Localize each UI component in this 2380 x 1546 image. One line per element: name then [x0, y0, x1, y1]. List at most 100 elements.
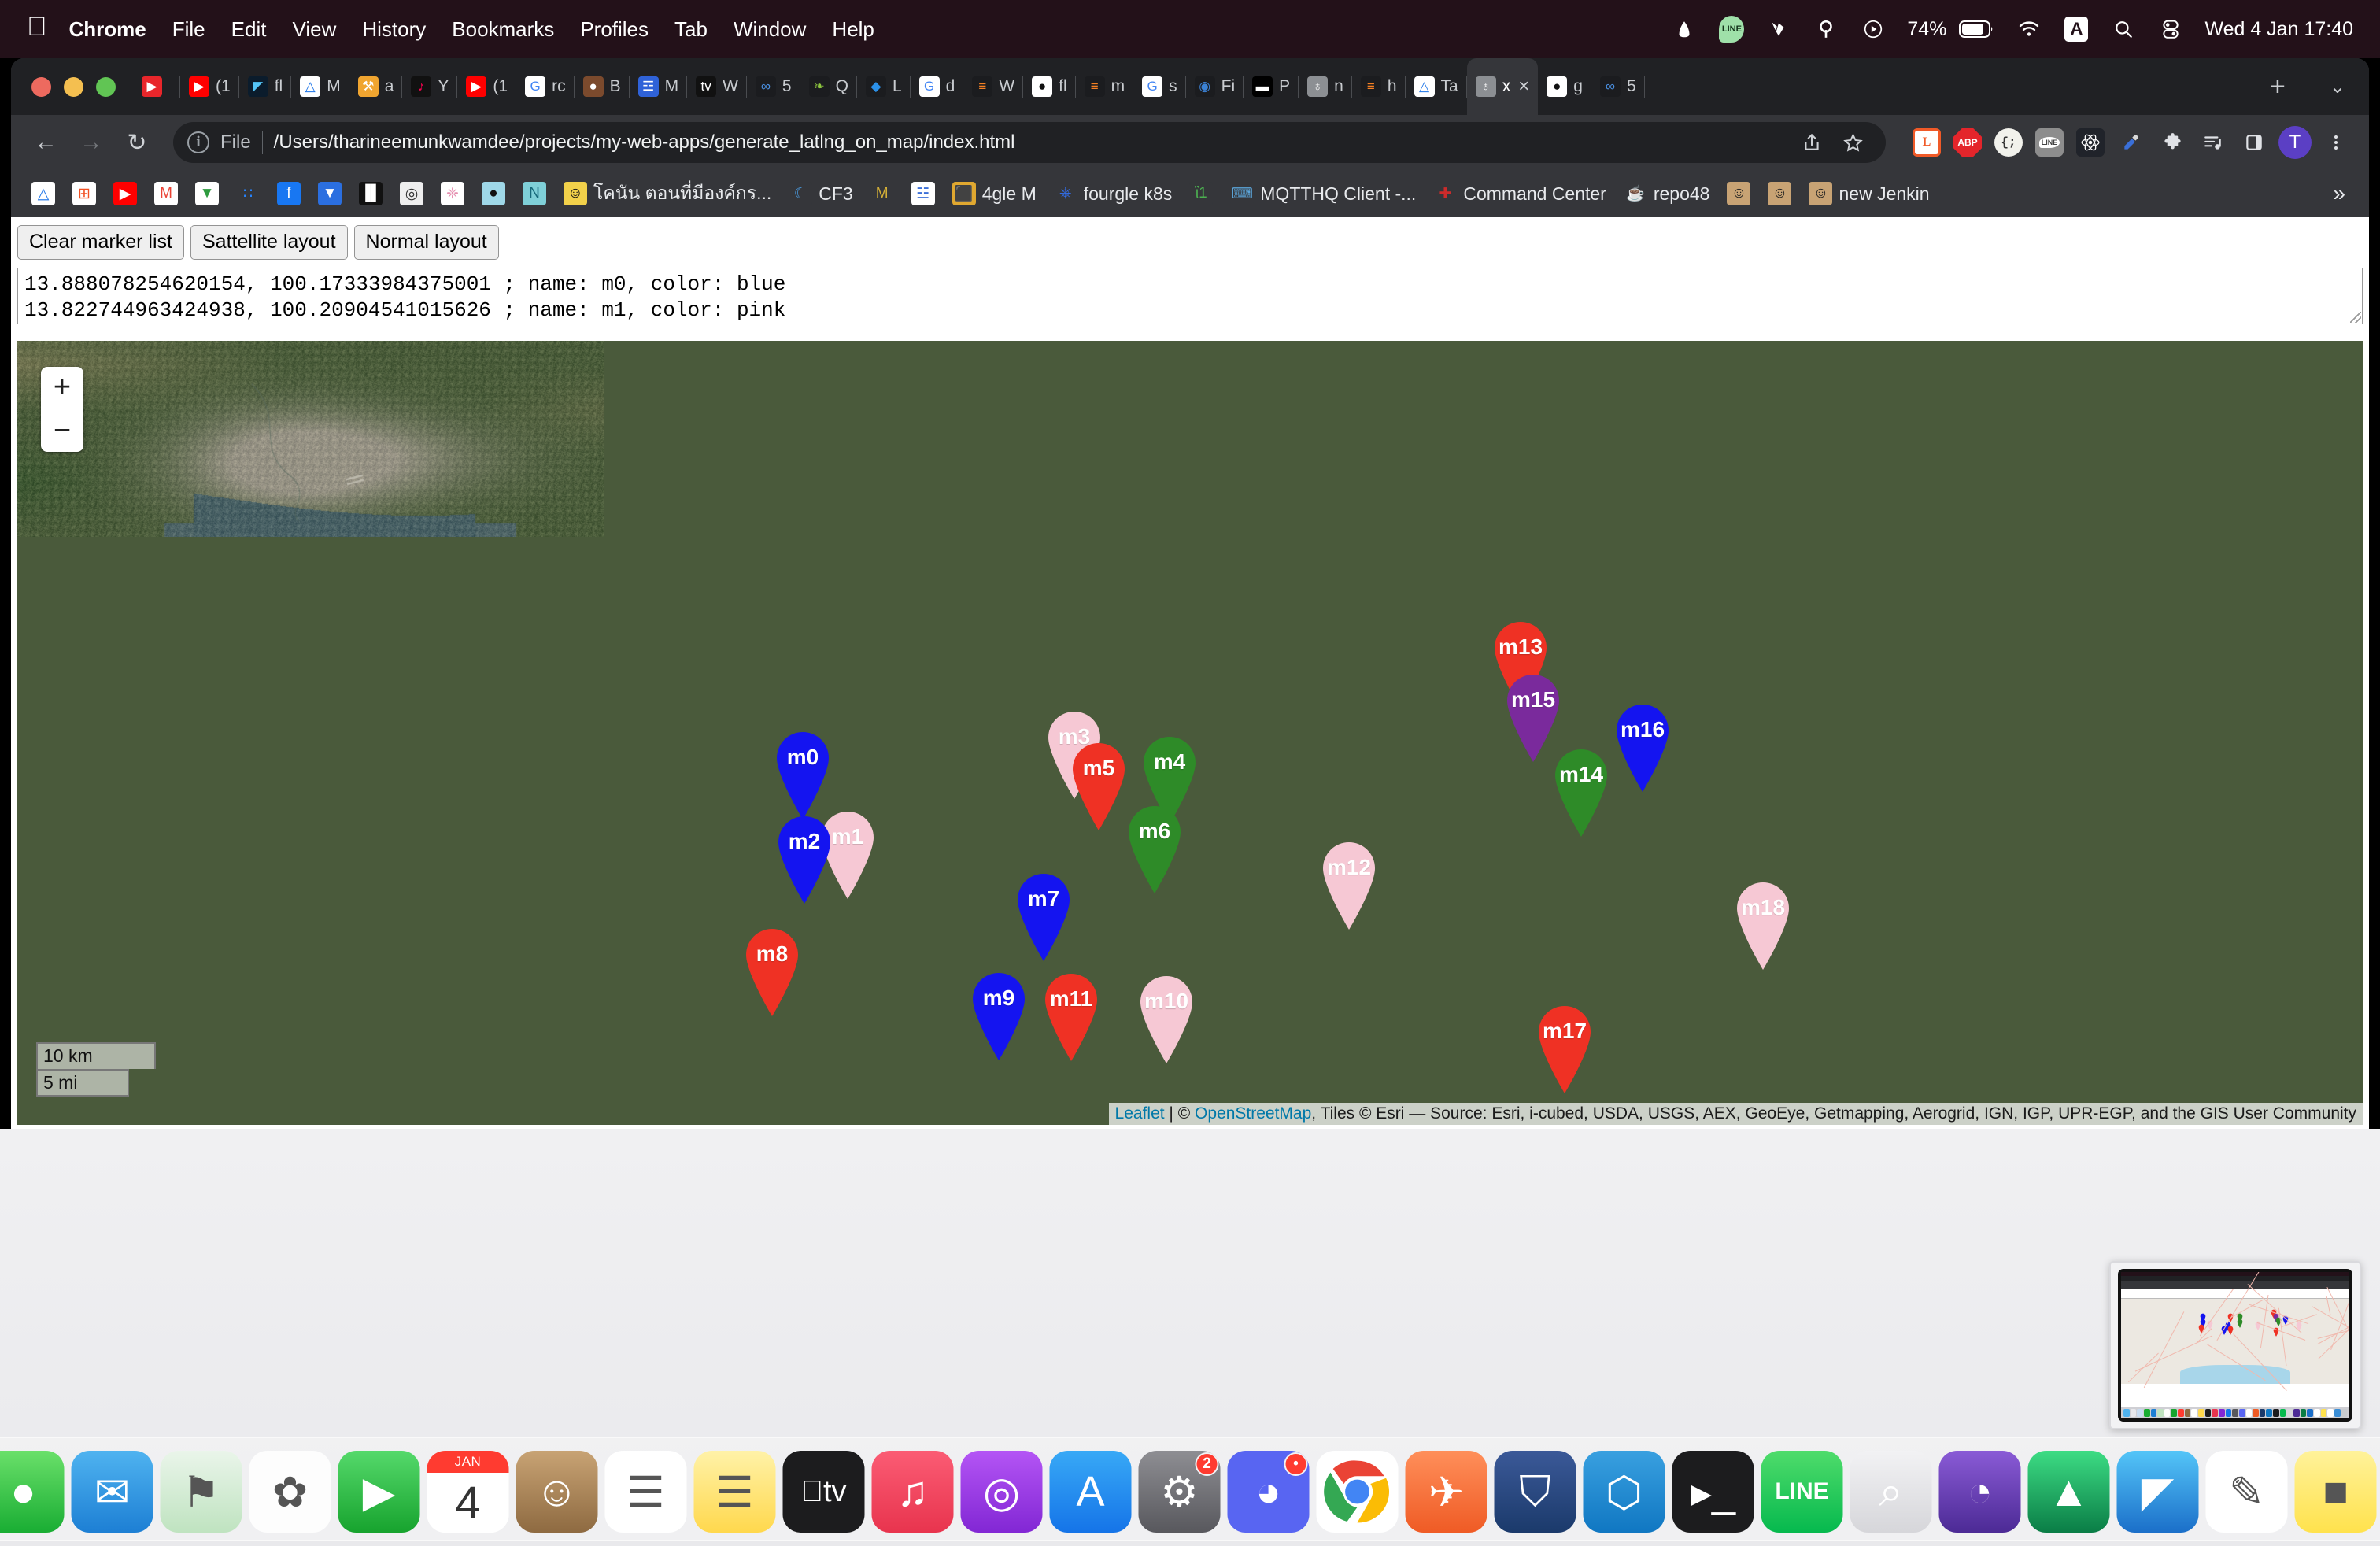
tab-item[interactable]: ▶	[133, 58, 180, 115]
menu-edit[interactable]: Edit	[231, 17, 267, 42]
tab-item[interactable]: ∞ 5	[1591, 58, 1645, 115]
tab-item[interactable]: △ Ta	[1406, 58, 1467, 115]
map-marker-m9[interactable]: m9	[965, 968, 1033, 1061]
dock-icon-reminders[interactable]: ☰	[605, 1451, 687, 1533]
dock-icon-preview-magnifier[interactable]: ⌕	[1850, 1451, 1932, 1533]
bookmark-item[interactable]: ▶	[105, 177, 145, 210]
leaflet-satellite-map[interactable]: + − m0 m1 m2 m3 m4 m5 m6 m7 m8 m9 m10 m11 m12 m13 m14 m…	[17, 341, 2363, 1125]
battery-icon[interactable]	[1959, 16, 1995, 43]
sourcetree-icon[interactable]	[1813, 16, 1839, 43]
dock-icon-facetime[interactable]: ▶	[338, 1451, 420, 1533]
dock-icon-system-settings[interactable]: ⚙ 2	[1139, 1451, 1221, 1533]
line-icon[interactable]: LINE	[1718, 16, 1745, 43]
back-button[interactable]: ←	[25, 122, 66, 163]
search-icon[interactable]	[2110, 16, 2137, 43]
map-marker-m2[interactable]: m2	[771, 812, 838, 904]
dropbox-icon[interactable]	[1671, 16, 1698, 43]
address-bar[interactable]: i File /Users/tharineemunkwamdee/project…	[173, 122, 1886, 163]
wifi-icon[interactable]	[2016, 16, 2042, 43]
bookmark-item[interactable]: ⬛ 4gle M	[944, 177, 1044, 210]
zoom-in-button[interactable]: +	[41, 367, 83, 409]
map-marker-m6[interactable]: m6	[1121, 801, 1188, 894]
tab-item[interactable]: ▬ P	[1244, 58, 1299, 115]
tab-item[interactable]: ♪ Y	[402, 58, 457, 115]
eyedropper-icon[interactable]	[2112, 124, 2150, 161]
tab-item[interactable]: ● fl	[1023, 58, 1076, 115]
textarea-resize-handle[interactable]	[2350, 312, 2361, 323]
new-tab-button[interactable]: +	[2249, 72, 2306, 102]
bookmark-item[interactable]: ☕ repo48	[1616, 177, 1718, 210]
minimize-window-button[interactable]	[64, 77, 83, 97]
bookmark-item[interactable]: ⊞	[65, 177, 104, 210]
bookmark-item[interactable]: △	[24, 177, 63, 210]
tab-item[interactable]: ≡ W	[963, 58, 1023, 115]
menu-window[interactable]: Window	[734, 17, 806, 42]
dock-icon-flutter[interactable]: ◤	[2117, 1451, 2199, 1533]
tab-item[interactable]: ▶ (1	[457, 58, 516, 115]
map-marker-m11[interactable]: m11	[1037, 969, 1105, 1062]
bookmark-item[interactable]: ▼	[310, 177, 349, 210]
dock-icon-mail[interactable]: ✉	[72, 1451, 153, 1533]
map-marker-m10[interactable]: m10	[1133, 971, 1200, 1064]
menu-profiles[interactable]: Profiles	[580, 17, 649, 42]
apple-logo-icon[interactable]: 	[27, 13, 47, 40]
dock-icon-google-chrome[interactable]	[1317, 1451, 1399, 1533]
play-circle-icon[interactable]	[1860, 16, 1887, 43]
bookmark-item[interactable]: M	[146, 177, 186, 210]
bookmark-item[interactable]: ἳ1	[1181, 177, 1221, 210]
dock-icon-photos[interactable]: ✿	[249, 1451, 331, 1533]
tab-item[interactable]: ≡ m	[1076, 58, 1134, 115]
bookmark-item[interactable]: ▐▌	[351, 177, 390, 210]
bookmark-item[interactable]: ●	[474, 177, 513, 210]
tab-item[interactable]: ◉ Fi	[1186, 58, 1244, 115]
bookmark-item[interactable]: ☾ CF3	[781, 177, 860, 210]
share-icon[interactable]	[1793, 124, 1831, 161]
tab-item[interactable]: ☲ M	[630, 58, 688, 115]
menu-chrome[interactable]: Chrome	[69, 17, 146, 42]
map-marker-m15[interactable]: m15	[1499, 670, 1567, 763]
map-marker-m7[interactable]: m7	[1010, 869, 1077, 962]
close-tab-icon[interactable]: ×	[1518, 76, 1529, 98]
dock-icon-postman[interactable]: ✈	[1406, 1451, 1488, 1533]
nordvpn-icon[interactable]	[1765, 16, 1792, 43]
bookmark-item[interactable]: ⎈ fourgle k8s	[1046, 177, 1181, 210]
tab-item[interactable]: ❧ Q	[800, 58, 857, 115]
reading-list-icon[interactable]	[2194, 124, 2232, 161]
forward-button[interactable]: →	[71, 122, 112, 163]
tab-item[interactable]: Gd	[911, 58, 964, 115]
profile-avatar[interactable]: T	[2276, 124, 2314, 161]
maximize-window-button[interactable]	[96, 77, 116, 97]
bookmark-item[interactable]: ⌨ MQTTHQ Client -...	[1222, 177, 1424, 210]
map-marker-m18[interactable]: m18	[1729, 878, 1797, 971]
menu-history[interactable]: History	[362, 17, 426, 42]
bookmark-item[interactable]: M	[863, 177, 902, 210]
line-extension-icon[interactable]: LINE	[2031, 124, 2068, 161]
clear-marker-list-button[interactable]: Clear marker list	[17, 225, 184, 260]
chrome-menu-icon[interactable]	[2317, 124, 2355, 161]
bookmark-item[interactable]: ❈	[433, 177, 472, 210]
input-source-icon[interactable]: A	[2063, 16, 2090, 43]
bookmark-item[interactable]: ☳	[904, 177, 943, 210]
side-panel-icon[interactable]	[2235, 124, 2273, 161]
tab-item[interactable]: ● B	[575, 58, 630, 115]
map-marker-m17[interactable]: m17	[1531, 1001, 1598, 1094]
tab-item[interactable]: ⚒ a	[349, 58, 403, 115]
bookmark-item[interactable]: f	[269, 177, 309, 210]
tab-item[interactable]: ◆ L	[857, 58, 911, 115]
bookmark-star-icon[interactable]	[1834, 124, 1872, 161]
normal-layout-button[interactable]: Normal layout	[354, 225, 499, 260]
dock-icon-podcasts[interactable]: ◎	[961, 1451, 1043, 1533]
dock-icon-terminal[interactable]: ▸_	[1672, 1451, 1754, 1533]
dock-icon-contacts[interactable]: ☺	[516, 1451, 598, 1533]
bookmark-item[interactable]: ✚ Command Center	[1425, 177, 1614, 210]
dock-icon-stickies[interactable]: ■	[2295, 1451, 2377, 1533]
map-marker-m8[interactable]: m8	[738, 924, 806, 1017]
tab-item[interactable]: ▶ (1	[180, 58, 239, 115]
map-marker-m12[interactable]: m12	[1315, 838, 1383, 930]
screen-mirroring-preview[interactable]	[2109, 1261, 2361, 1429]
zoom-out-button[interactable]: −	[41, 409, 83, 452]
tab-item[interactable]: ● g	[1538, 58, 1591, 115]
dock-icon-vs-code[interactable]: ⬡	[1584, 1451, 1665, 1533]
dock-icon-maps[interactable]: ⚑	[161, 1451, 242, 1533]
tab-item[interactable]: △ M	[291, 58, 349, 115]
